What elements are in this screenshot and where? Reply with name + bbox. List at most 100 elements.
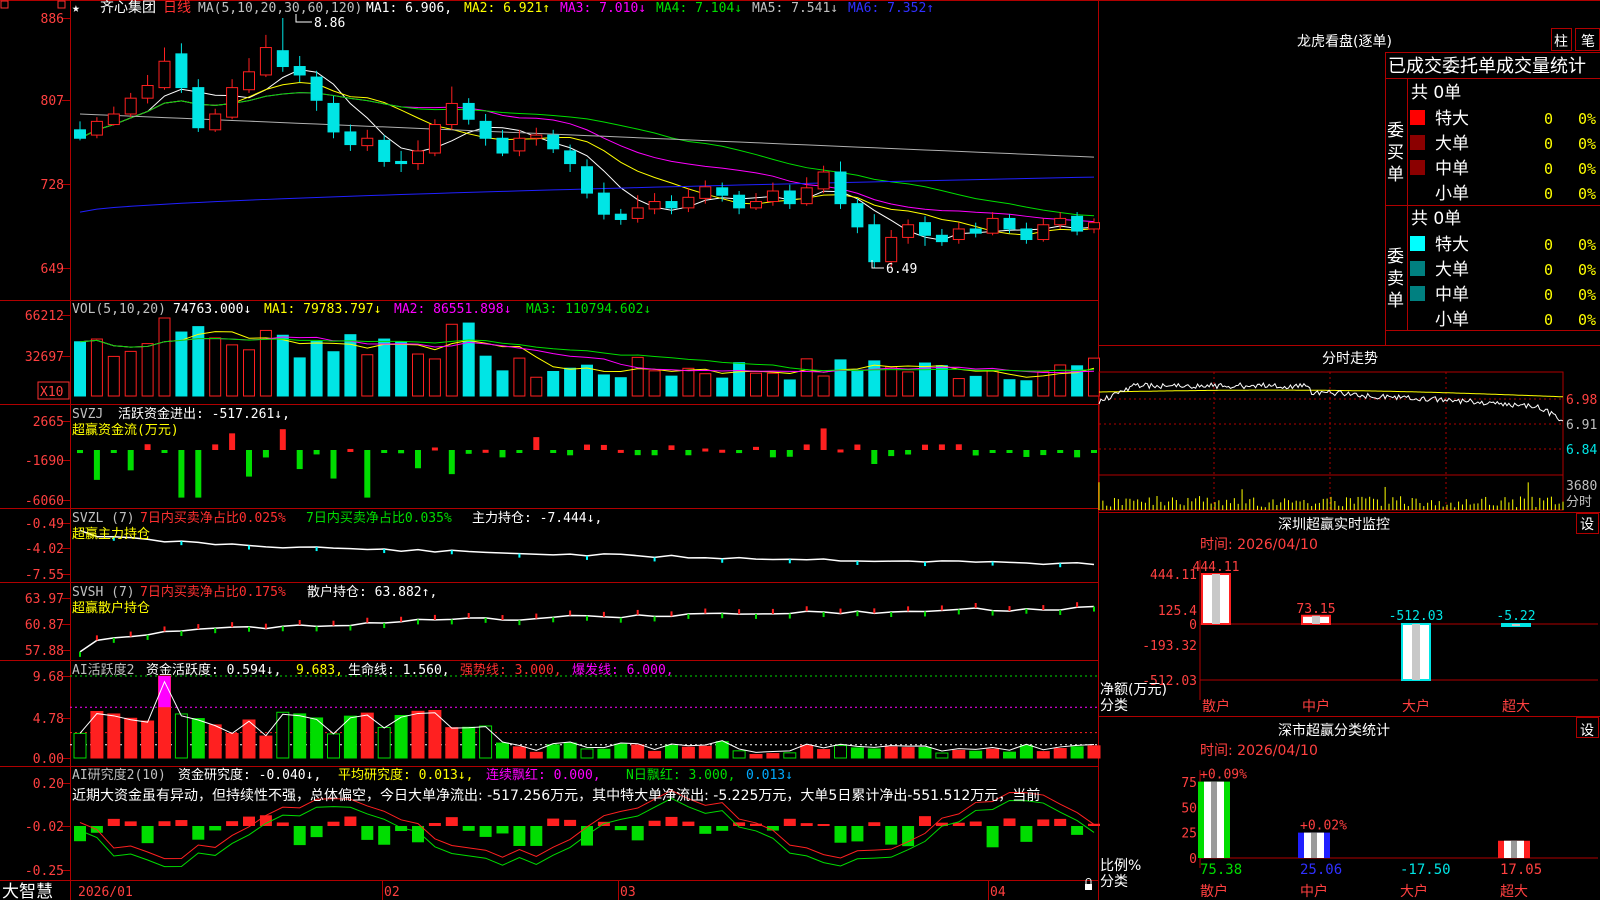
ssfl-settings-button[interactable]: 设 xyxy=(1580,723,1594,739)
activity-bar xyxy=(665,744,678,759)
ai-activity-pane[interactable] xyxy=(70,675,1101,759)
activity-bar xyxy=(698,745,712,759)
candle xyxy=(479,120,492,139)
price-tick-3: 728 xyxy=(41,178,64,193)
price-tick-2: 807 xyxy=(41,94,64,109)
candle xyxy=(445,102,458,126)
volume-bar xyxy=(682,367,695,397)
flow-bar xyxy=(769,450,776,458)
lhb-tick-button[interactable]: 笔 xyxy=(1581,34,1595,50)
ssfl-value: 25.06 xyxy=(1300,862,1342,878)
research-bar xyxy=(1037,819,1050,826)
svsh-tick xyxy=(940,605,943,611)
flow-bar xyxy=(415,450,421,469)
svzl-tick xyxy=(518,553,521,558)
sell-row-value: 0 xyxy=(1544,286,1553,304)
activity-bar xyxy=(901,747,915,759)
lhb-bar-button[interactable]: 柱 xyxy=(1554,34,1568,50)
research-bar xyxy=(665,816,678,826)
ssfl-time: 时间: 2026/04/10 xyxy=(1200,743,1318,759)
svsh-header: SVSH (7) 7日内买卖净占比0.175% 散户持仓: 63.882↑, 超… xyxy=(72,584,437,616)
volume-bar xyxy=(378,338,391,397)
fenshi-panel[interactable]: 分时走势 6.98 6.91 6.84 3680 分时 xyxy=(1098,351,1597,511)
activity-bar xyxy=(1053,748,1067,759)
period-label[interactable]: 日线 xyxy=(163,0,191,16)
volume-bar xyxy=(192,326,205,397)
lock-icon[interactable] xyxy=(1085,884,1092,890)
candle xyxy=(919,222,931,236)
research-bar xyxy=(124,821,137,826)
volume-bar xyxy=(141,343,154,397)
research-bar xyxy=(479,826,492,837)
fenshi-vol-tick: 3680 xyxy=(1566,479,1597,494)
flow-bar xyxy=(888,450,895,457)
svsh-tick xyxy=(383,623,386,629)
candle xyxy=(648,201,661,210)
flow-bar xyxy=(364,450,371,498)
ssfl-panel[interactable]: 深市超赢分类统计 设 时间: 2026/04/10 7550250+0.09%7… xyxy=(1100,722,1598,900)
candle xyxy=(124,97,137,115)
volume-pane[interactable] xyxy=(74,317,1100,397)
svsh-sub: 超赢散户持仓 xyxy=(72,600,150,616)
szjk-category: 中户 xyxy=(1302,698,1330,715)
ssfl-bar-core xyxy=(1511,840,1517,858)
fenshi-tick-2: 6.91 xyxy=(1566,418,1597,433)
svzl-title: SVZL (7) xyxy=(72,511,135,526)
activity-bar xyxy=(462,726,476,759)
svsh-tick xyxy=(873,608,876,614)
stock-name[interactable]: 齐心集团 xyxy=(100,0,156,16)
szjk-category: 散户 xyxy=(1202,698,1230,715)
research-bar xyxy=(361,826,374,840)
flow-bar xyxy=(972,450,979,456)
flow-bar xyxy=(1091,450,1097,453)
volume-bar xyxy=(581,364,593,397)
szjk-settings-button[interactable]: 设 xyxy=(1580,517,1594,533)
svsh-pane[interactable] xyxy=(79,602,1095,657)
research-bar xyxy=(243,816,255,826)
candle xyxy=(310,76,323,101)
flow-bar xyxy=(634,450,641,456)
ssfl-ytick: 75 xyxy=(1181,776,1197,791)
vol-value: 74763.000↓ xyxy=(173,302,251,317)
svzl-tick xyxy=(383,549,386,554)
lhb-subtitle: 已成交委托单成交量统计 xyxy=(1388,56,1586,77)
activity-bar xyxy=(73,732,87,759)
price-pane[interactable] xyxy=(74,18,1100,268)
flow-bar xyxy=(938,444,945,450)
activity-bar xyxy=(766,753,780,759)
frame-grid xyxy=(0,0,1600,900)
brand-logo[interactable]: 大智慧 xyxy=(2,882,53,900)
svsh-tick xyxy=(602,611,605,617)
candle xyxy=(885,236,898,263)
air-comment: 近期大资金虽有异动，但持续性不强，总体偏空，今日大单净流出: -517.256万… xyxy=(72,787,1040,804)
air-t3: 连续飘红: 0.000, xyxy=(486,767,601,783)
star-icon[interactable]: ★ xyxy=(72,1,80,16)
buy-side-label: 买 xyxy=(1387,143,1404,163)
sell-count: 共 0单 xyxy=(1411,209,1461,229)
stock-chart-workspace[interactable]: 886 807 728 649 66212 32697 2665 -1690 -… xyxy=(0,0,1600,900)
szjk-value: -512.03 xyxy=(1389,609,1444,624)
flow-bar xyxy=(1006,450,1013,453)
svzl-pane[interactable] xyxy=(79,529,1095,568)
candle xyxy=(276,50,289,68)
buy-row-pct: 0% xyxy=(1578,160,1596,178)
volume-bar xyxy=(175,331,188,397)
ai-header: AI活跃度2 资金活跃度: 0.594↓, 9.683, 生命线: 1.560,… xyxy=(72,662,674,678)
szjk-ytick: 444.11 xyxy=(1150,568,1197,583)
svzj-pane[interactable] xyxy=(77,428,1097,498)
szjk-xlabel: 分类 xyxy=(1100,698,1128,714)
szjk-panel[interactable]: 深圳超赢实时监控 设 时间: 2026/04/10 444.11 125.40 -1… xyxy=(1100,516,1598,715)
svsh-tick xyxy=(907,606,910,612)
fenshi-tick-1: 6.98 xyxy=(1566,393,1597,408)
svsh-tick xyxy=(569,610,572,616)
svzl-tick-1: -0.49 xyxy=(25,517,64,532)
svsh-tick xyxy=(518,620,521,626)
szjk-title: 深圳超赢实时监控 xyxy=(1278,516,1390,533)
svzl-tick xyxy=(924,562,926,567)
ma5-value: MA5: 7.541↓ xyxy=(752,1,838,16)
research-bar xyxy=(378,826,391,845)
svzl-tick xyxy=(180,541,183,546)
volume-bar xyxy=(733,362,746,397)
candle xyxy=(428,124,441,154)
ma4-value: MA4: 7.104↓ xyxy=(656,1,742,16)
